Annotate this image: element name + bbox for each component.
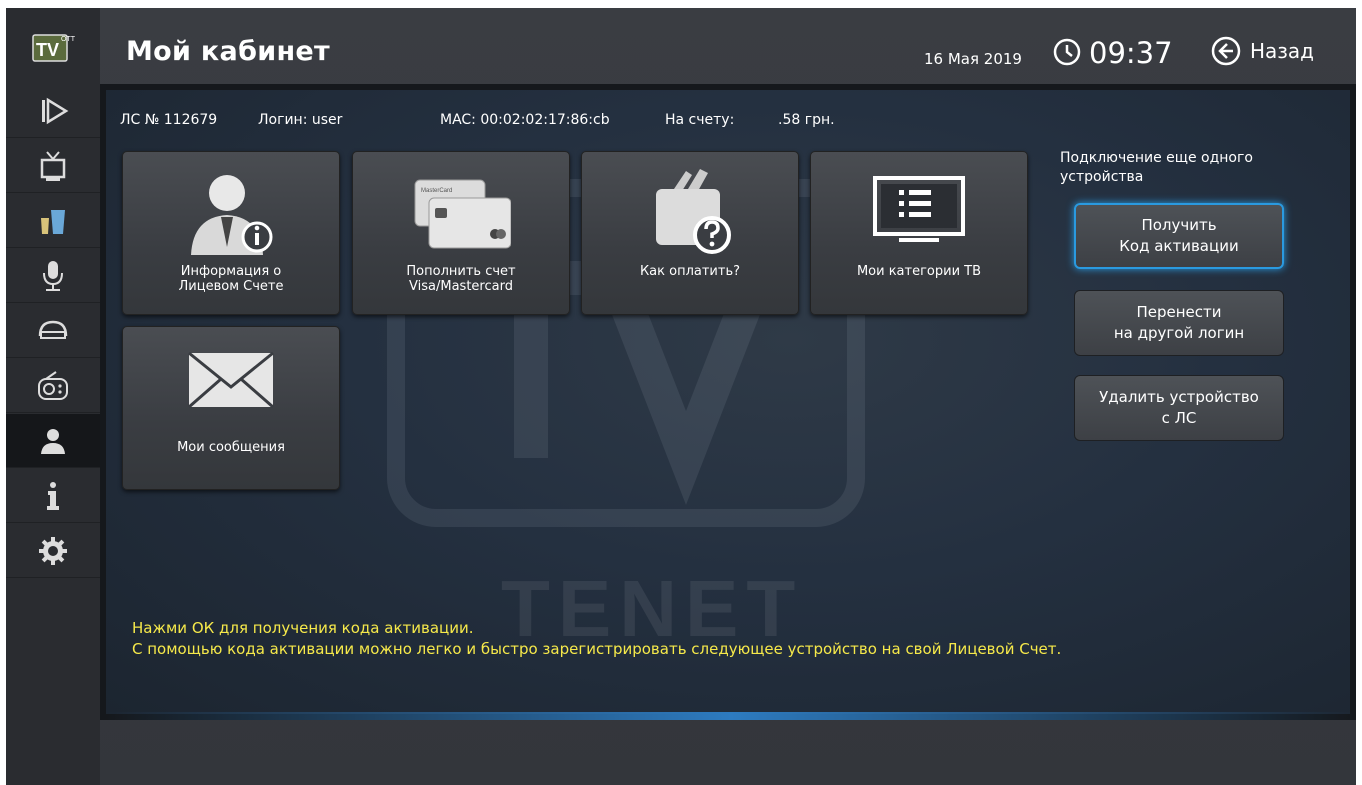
button-line-1: Получить bbox=[1141, 216, 1217, 234]
button-line-1: Удалить устройство bbox=[1099, 388, 1259, 406]
activation-hint: Нажми ОК для получения кода активации. С… bbox=[132, 618, 1182, 660]
hint-line-2: С помощью кода активации можно легко и б… bbox=[132, 640, 1062, 658]
tile-label-1: Как оплатить? bbox=[639, 264, 741, 279]
tile-label-2: Лицевом Счете bbox=[178, 279, 284, 294]
tv-ott-logo: TV OTT bbox=[32, 32, 76, 66]
account-login: Логин: user bbox=[258, 112, 343, 128]
panel-glow bbox=[106, 712, 1356, 720]
tile-label-1: Мои сообщения bbox=[177, 440, 285, 455]
balance-label: На счету: bbox=[665, 112, 735, 128]
sidebar-item-tv[interactable] bbox=[6, 139, 100, 193]
button-line-2: на другой логин bbox=[1113, 324, 1245, 342]
user-icon bbox=[41, 428, 65, 454]
info-icon bbox=[47, 481, 59, 510]
svg-text:TV: TV bbox=[36, 40, 59, 60]
tile-label-1: Информация о bbox=[180, 264, 282, 279]
button-line-1: Перенести bbox=[1136, 303, 1222, 321]
account-mac: MAC: 00:02:02:17:86:cb bbox=[440, 112, 610, 128]
sidebar-item-karaoke[interactable] bbox=[6, 249, 100, 303]
play-icon bbox=[42, 97, 69, 124]
hint-line-1: Нажми ОК для получения кода активации. bbox=[132, 619, 474, 637]
sidebar-item-info[interactable] bbox=[6, 469, 100, 523]
tile-label-2: Visa/Mastercard bbox=[409, 279, 513, 294]
button-line-2: с ЛС bbox=[1161, 409, 1197, 427]
radio-icon bbox=[38, 370, 68, 400]
current-time: 09:37 bbox=[1089, 36, 1173, 70]
sidebar-item-settings[interactable] bbox=[6, 524, 100, 578]
gear-icon bbox=[39, 536, 67, 565]
button-line-2: Код активации bbox=[1119, 237, 1239, 255]
sidebar-item-play[interactable] bbox=[6, 84, 100, 138]
tile-tv-categories[interactable]: Мои категории ТВ bbox=[810, 151, 1028, 315]
app-screen: TV OTT Мой кабинет 16 Мая 2019 09:37 Наз… bbox=[6, 8, 1356, 785]
account-number: ЛС № 112679 bbox=[120, 112, 218, 128]
svg-text:OTT: OTT bbox=[61, 36, 76, 43]
svg-text:MasterCard: MasterCard bbox=[421, 188, 452, 194]
connect-device-label: Подключение еще одного устройства bbox=[1060, 150, 1253, 185]
credit-card-icon: MasterCard bbox=[414, 179, 511, 249]
microphone-icon bbox=[43, 260, 63, 291]
clock-icon bbox=[1053, 38, 1081, 66]
transfer-login-button[interactable]: Перенести на другой логин bbox=[1074, 290, 1284, 356]
sidebar: TV OTT bbox=[6, 8, 100, 785]
back-button[interactable]: Назад bbox=[1210, 34, 1314, 68]
remove-device-button[interactable]: Удалить устройство с ЛС bbox=[1074, 375, 1284, 441]
user-info-icon bbox=[191, 175, 273, 255]
tile-account-info[interactable]: Информация о Лицевом Счете bbox=[122, 151, 340, 315]
wallet-question-icon bbox=[656, 169, 731, 254]
back-label: Назад bbox=[1250, 39, 1315, 63]
sidebar-item-media-club[interactable] bbox=[6, 304, 100, 358]
tile-top-up[interactable]: MasterCard Пополнить счет Visa/Mastercar… bbox=[352, 151, 570, 315]
media-club-icon bbox=[38, 320, 68, 339]
get-activation-code-button[interactable]: Получить Код активации bbox=[1074, 203, 1284, 269]
sidebar-item-drinks[interactable] bbox=[6, 194, 100, 248]
page-title: Мой кабинет bbox=[126, 36, 330, 67]
tile-messages[interactable]: Мои сообщения bbox=[122, 326, 340, 490]
tile-label-1: Пополнить счет bbox=[406, 264, 516, 279]
envelope-icon bbox=[188, 351, 274, 409]
tile-label-1: Мои категории ТВ bbox=[856, 264, 982, 279]
tile-how-to-pay[interactable]: Как оплатить? bbox=[581, 151, 799, 315]
current-date: 16 Мая 2019 bbox=[924, 50, 1022, 68]
sidebar-item-account[interactable] bbox=[6, 414, 100, 468]
back-arrow-icon bbox=[1211, 36, 1241, 66]
tv-icon bbox=[40, 150, 66, 181]
sidebar-item-radio[interactable] bbox=[6, 359, 100, 413]
drinks-icon bbox=[41, 209, 65, 234]
tv-list-icon bbox=[873, 176, 965, 242]
balance-value: .58 грн. bbox=[778, 112, 835, 128]
